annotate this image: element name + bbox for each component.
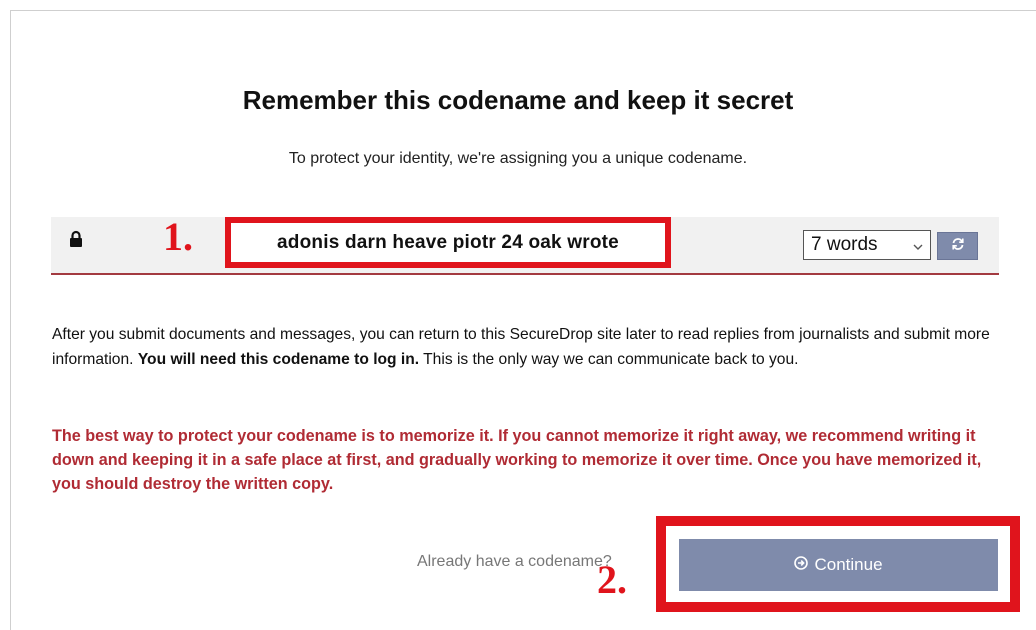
refresh-icon <box>951 237 965 256</box>
already-have-codename-link[interactable]: Already have a codename? <box>417 553 612 571</box>
warning-paragraph: The best way to protect your codename is… <box>52 427 982 493</box>
regenerate-codename-button[interactable] <box>937 232 978 260</box>
info-text-bold: You will need this codename to log in. <box>137 351 420 368</box>
arrow-circle-right-icon <box>794 555 814 575</box>
annotation-label-1: 1. <box>163 214 193 259</box>
annotation-label-2: 2. <box>597 557 627 602</box>
continue-button[interactable]: Continue <box>679 539 998 591</box>
info-paragraph: After you submit documents and messages,… <box>52 322 1002 372</box>
page-subtitle: To protect your identity, we're assignin… <box>288 150 748 167</box>
continue-label: Continue <box>814 555 883 574</box>
word-count-selected: 7 words <box>811 234 878 255</box>
codename-display: adonis darn heave piotr 24 oak wrote <box>225 217 671 268</box>
info-text-after: This is the only way we can communicate … <box>419 351 799 368</box>
page-title: Remember this codename and keep it secre… <box>242 85 794 115</box>
chevron-down-icon <box>912 238 924 252</box>
word-count-select[interactable]: 7 words <box>803 230 931 260</box>
lock-icon <box>69 230 83 248</box>
